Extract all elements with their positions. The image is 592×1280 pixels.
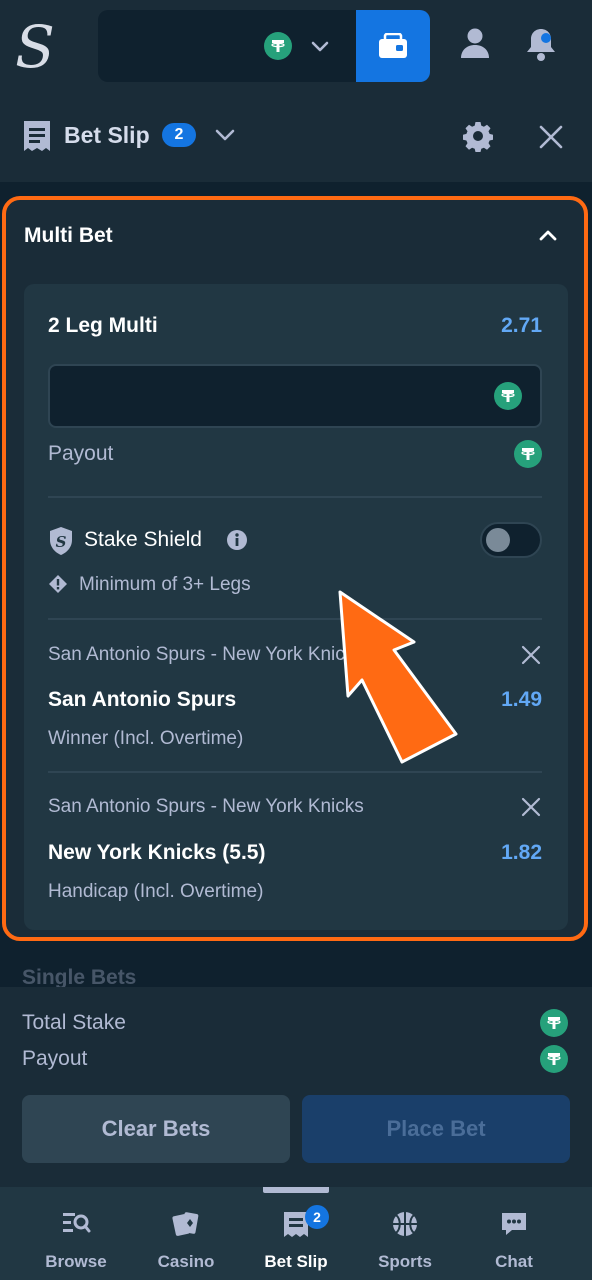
nav-item-browse[interactable]: Browse bbox=[17, 1209, 135, 1272]
balance-selector[interactable] bbox=[98, 10, 358, 82]
chat-icon bbox=[502, 1213, 526, 1235]
payout-label: Payout bbox=[22, 1047, 88, 1070]
pointer-arrow-icon bbox=[338, 590, 458, 764]
basketball-icon bbox=[393, 1212, 417, 1236]
wallet-button[interactable] bbox=[356, 10, 430, 82]
bell-icon[interactable] bbox=[524, 26, 558, 62]
single-bets-section-peek: Single Bets bbox=[22, 966, 137, 987]
nav-label: Casino bbox=[157, 1252, 215, 1271]
stake-logo[interactable]: S bbox=[12, 14, 58, 80]
betslip-count-badge: 2 bbox=[162, 123, 196, 147]
total-stake-label: Total Stake bbox=[22, 1011, 126, 1034]
bottom-nav: Browse Casino 2 Bet Slip Sports Chat bbox=[0, 1187, 592, 1280]
nav-label: Bet Slip bbox=[264, 1252, 328, 1271]
betslip-icon bbox=[24, 121, 50, 151]
betslip-footer: Total Stake Payout Clear Bets Place Bet bbox=[0, 987, 592, 1187]
nav-badge: 2 bbox=[305, 1205, 329, 1229]
close-icon[interactable] bbox=[538, 124, 564, 150]
chevron-down-icon bbox=[311, 41, 329, 52]
nav-label: Chat bbox=[495, 1252, 533, 1271]
clear-bets-button[interactable]: Clear Bets bbox=[22, 1095, 290, 1163]
tether-coin-icon bbox=[540, 1009, 568, 1037]
place-bet-button[interactable]: Place Bet bbox=[302, 1095, 570, 1163]
gear-icon[interactable] bbox=[462, 120, 494, 152]
chevron-down-icon[interactable] bbox=[212, 122, 238, 148]
nav-label: Browse bbox=[45, 1252, 107, 1271]
user-icon[interactable] bbox=[458, 26, 492, 60]
betslip-header: Bet Slip 2 bbox=[0, 92, 592, 182]
browse-icon bbox=[63, 1213, 91, 1233]
tether-coin-icon bbox=[540, 1045, 568, 1073]
casino-cards-icon bbox=[172, 1212, 199, 1236]
top-header: S bbox=[0, 0, 592, 92]
nav-item-casino[interactable]: Casino bbox=[127, 1209, 245, 1272]
nav-item-chat[interactable]: Chat bbox=[455, 1209, 573, 1272]
nav-item-betslip[interactable]: 2 Bet Slip bbox=[237, 1205, 355, 1272]
nav-item-sports[interactable]: Sports bbox=[346, 1209, 464, 1272]
wallet-icon bbox=[379, 33, 407, 58]
nav-label: Sports bbox=[378, 1252, 432, 1271]
betslip-content: Multi Bet 2 Leg Multi 2.71 Payout S Stak… bbox=[0, 182, 592, 987]
nav-active-indicator bbox=[263, 1187, 329, 1193]
highlight-box bbox=[2, 196, 588, 941]
tether-coin-icon bbox=[264, 32, 292, 60]
betslip-title[interactable]: Bet Slip bbox=[64, 120, 150, 150]
